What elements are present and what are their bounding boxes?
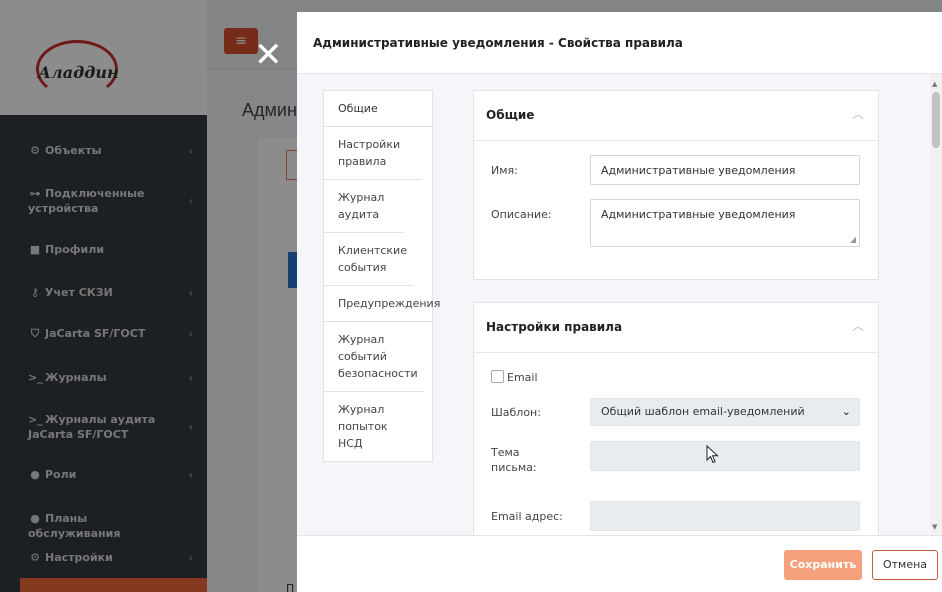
scroll-down-icon[interactable]: ▼ [932, 523, 937, 531]
subject-label: Тема письма: [491, 446, 537, 474]
email-checkbox-label: Email [507, 371, 538, 384]
rule-settings-card-header: Настройки правила ︿ [474, 303, 878, 353]
email-checkbox-row[interactable]: Email [491, 370, 538, 384]
description-field[interactable]: Административные уведомления ◢ [590, 199, 860, 247]
chevron-up-icon[interactable]: ︿ [852, 105, 864, 122]
template-select[interactable]: Общий шаблон email-уведомлений ⌄ [590, 398, 860, 426]
resize-grip-icon[interactable]: ◢ [850, 235, 856, 244]
dialog-body: Общие Настройки правила Журнал аудита Кл… [297, 74, 942, 535]
tab-client-events[interactable]: Клиентские события [324, 233, 414, 286]
dialog-title: Административные уведомления - Свойства … [313, 36, 683, 50]
dialog-scrollbar[interactable]: ▲ ▼ [930, 74, 942, 535]
rule-properties-dialog: Административные уведомления - Свойства … [297, 12, 942, 592]
dialog-header: Административные уведомления - Свойства … [297, 12, 942, 74]
rule-settings-card-title: Настройки правила [486, 320, 623, 334]
cancel-button[interactable]: Отмена [872, 550, 938, 580]
tab-warnings[interactable]: Предупреждения [324, 286, 440, 322]
scroll-thumb[interactable] [932, 92, 940, 148]
template-select-value: Общий шаблон email-уведомлений [601, 405, 805, 418]
tab-rule-settings[interactable]: Настройки правила [324, 127, 422, 180]
tab-general[interactable]: Общие [324, 91, 432, 127]
general-card-title: Общие [486, 108, 535, 122]
email-address-label: Email адрес: [491, 510, 563, 523]
save-button[interactable]: Сохранить [784, 550, 862, 580]
email-address-field[interactable] [590, 501, 860, 531]
tab-unauthorized-access-log[interactable]: Журнал попыток НСД [324, 392, 424, 461]
tab-audit-log[interactable]: Журнал аудита [324, 180, 404, 233]
description-label: Описание: [491, 208, 552, 221]
tab-security-events-log[interactable]: Журнал событий безопасности [324, 322, 424, 392]
rule-settings-card: Настройки правила ︿ Email Шаблон: Общий … [473, 302, 879, 535]
subject-field[interactable] [590, 441, 860, 471]
description-text: Административные уведомления [601, 208, 796, 221]
dialog-footer: Сохранить Отмена [297, 535, 942, 592]
chevron-up-icon[interactable]: ︿ [852, 317, 864, 334]
scroll-up-icon[interactable]: ▲ [932, 80, 937, 88]
general-card-header: Общие ︿ [474, 91, 878, 141]
general-card: Общие ︿ Имя: Административные уведомлени… [473, 90, 879, 280]
email-checkbox[interactable] [491, 370, 504, 383]
name-field[interactable]: Административные уведомления [590, 155, 860, 185]
properties-tabs: Общие Настройки правила Журнал аудита Кл… [323, 90, 440, 462]
name-label: Имя: [491, 164, 518, 177]
chevron-down-icon: ⌄ [841, 405, 851, 418]
close-icon[interactable]: ✕ [254, 38, 283, 72]
mouse-cursor-icon [706, 445, 719, 464]
template-label: Шаблон: [491, 406, 541, 419]
